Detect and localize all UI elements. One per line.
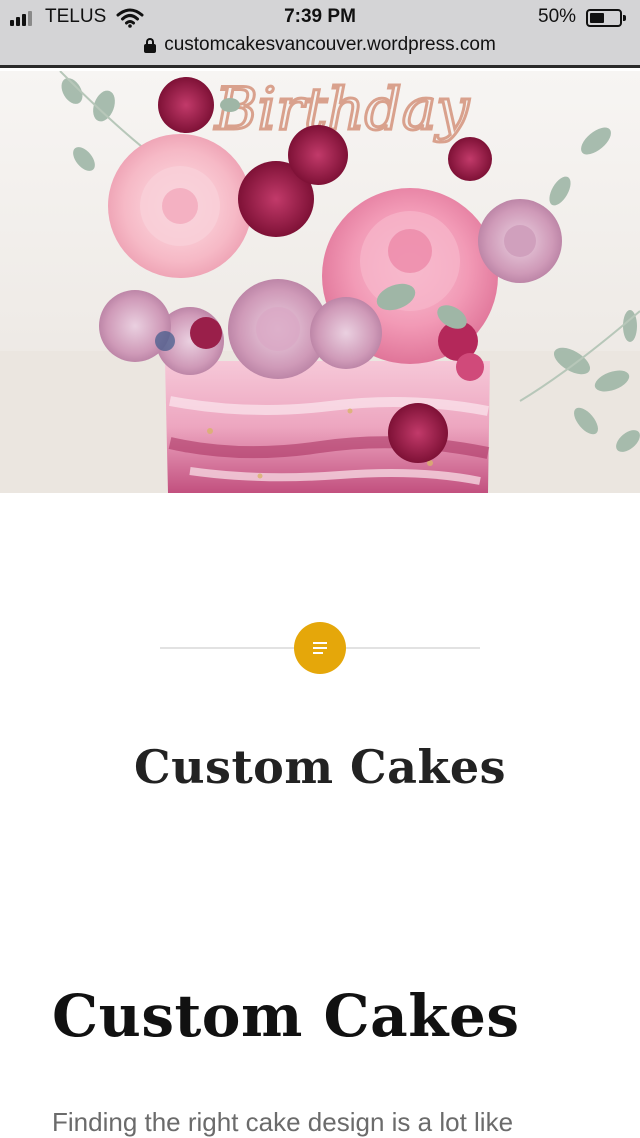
url-text[interactable]: customcakesvancouver.wordpress.com xyxy=(164,34,496,56)
page-title: Custom Cakes xyxy=(133,740,507,794)
battery-percent: 50% xyxy=(538,6,577,27)
hero-cake-image: Birthday xyxy=(0,71,640,493)
battery-icon xyxy=(586,9,626,27)
battery-fill xyxy=(590,13,604,23)
status-bar: TELUS 7:39 PM 50% xyxy=(0,4,640,32)
content-heading: Custom Cakes xyxy=(52,982,520,1050)
lock-icon xyxy=(144,37,157,53)
content-paragraph: Finding the right cake design is a lot l… xyxy=(52,1107,514,1137)
document-icon xyxy=(294,622,346,674)
browser-chrome: TELUS 7:39 PM 50% customcakesvancouver.w… xyxy=(0,0,640,68)
cake-topper-text: Birthday xyxy=(214,75,470,143)
address-bar[interactable]: customcakesvancouver.wordpress.com xyxy=(0,34,640,60)
